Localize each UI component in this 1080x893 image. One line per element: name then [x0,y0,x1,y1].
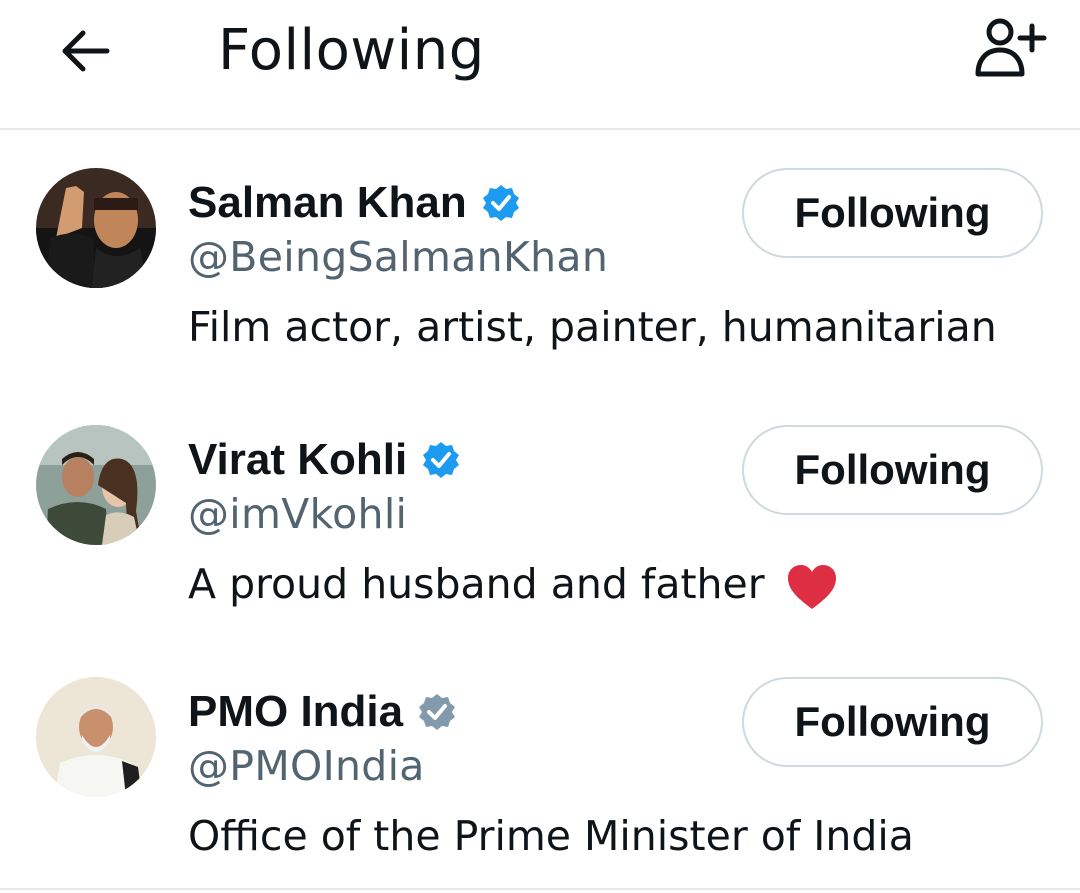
verified-badge-icon [419,694,456,730]
user-name: Salman Khan [188,178,467,227]
user-cell-virat-kohli[interactable]: Virat Kohli @imVkohli A proud husband an… [0,389,1080,639]
user-bio: Film actor, artist, painter, humanitaria… [188,303,997,351]
user-cell-salman-khan[interactable]: Salman Khan @BeingSalmanKhan Film actor,… [0,132,1080,382]
user-handle: @BeingSalmanKhan [188,233,609,281]
user-name: PMO India [188,687,404,736]
heart-icon [787,565,836,609]
user-bio-row: A proud husband and father [188,557,838,611]
avatar[interactable] [36,425,156,545]
following-button[interactable]: Following [742,677,1043,767]
name-row: Salman Khan [188,176,521,230]
back-button[interactable] [54,20,116,82]
verified-badge-icon [423,442,460,478]
following-button[interactable]: Following [742,168,1043,258]
add-user-button[interactable] [968,14,1052,80]
page-title: Following [218,18,485,83]
avatar[interactable] [36,677,156,797]
user-bio: A proud husband and father [188,560,765,608]
user-handle: @imVkohli [188,490,408,538]
user-cell-pmo-india[interactable]: PMO India @PMOIndia Office of the Prime … [0,641,1080,891]
user-bio: Office of the Prime Minister of India [188,812,914,860]
name-row: PMO India [188,685,457,739]
top-app-bar: Following [0,0,1080,130]
add-user-icon [975,18,1047,77]
divider [0,888,1080,890]
avatar[interactable] [36,168,156,288]
name-row: Virat Kohli [188,433,461,487]
arrow-left-icon [62,30,110,72]
user-handle: @PMOIndia [188,742,425,790]
following-button[interactable]: Following [742,425,1043,515]
user-name: Virat Kohli [188,435,408,484]
verified-badge-icon [482,185,519,221]
